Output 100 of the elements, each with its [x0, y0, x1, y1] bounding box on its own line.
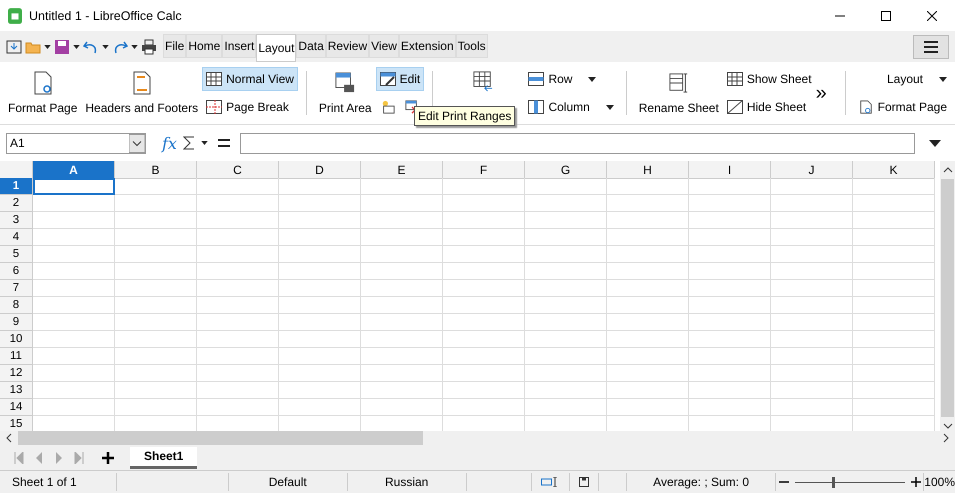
caret-icon[interactable] [44, 44, 51, 48]
caret-icon [939, 76, 947, 82]
scroll-right-icon[interactable] [943, 433, 949, 443]
menu-tab[interactable]: Data [296, 34, 326, 58]
print-area-icon [335, 71, 356, 95]
row-number[interactable]: 11 [0, 348, 33, 365]
zoom-percent: 100% [924, 474, 955, 491]
caret-icon[interactable] [102, 44, 109, 48]
undo-icon[interactable] [83, 38, 99, 54]
caret-icon[interactable] [200, 141, 208, 145]
menu-tab[interactable]: Layout [256, 34, 296, 62]
window-title: Untitled 1 - LibreOffice Calc [29, 8, 182, 22]
row-number[interactable]: 15 [0, 416, 33, 431]
menu-tab[interactable]: Review [326, 34, 370, 58]
header-letter[interactable]: C [197, 161, 279, 179]
hamburger-menu-button[interactable] [913, 34, 949, 58]
zoom-slider[interactable] [794, 476, 905, 488]
sigma-icon[interactable] [182, 135, 195, 151]
row-number[interactable]: 13 [0, 382, 33, 399]
zoom-in-icon[interactable] [910, 477, 921, 487]
row-button[interactable]: Row [524, 67, 618, 91]
show-sheet-button[interactable]: Show Sheet [722, 67, 816, 91]
menu-tab[interactable]: View [369, 34, 399, 58]
header-letter[interactable]: G [525, 161, 607, 179]
header-letter[interactable]: F [443, 161, 525, 179]
row-number[interactable]: 1 [0, 178, 33, 195]
layout-dropdown[interactable]: Layout [882, 67, 951, 91]
table-arrow-icon[interactable] [472, 69, 493, 93]
menu-tab[interactable]: File [163, 34, 186, 58]
header-letter[interactable]: D [279, 161, 361, 179]
header-letter[interactable]: J [771, 161, 853, 179]
header-letter[interactable]: E [361, 161, 443, 179]
row-number[interactable]: 2 [0, 195, 33, 212]
menu-tab[interactable]: Insert [222, 34, 256, 58]
row-number[interactable]: 14 [0, 399, 33, 416]
page-break-icon [206, 100, 222, 114]
first-sheet-icon[interactable] [14, 452, 24, 464]
edit-button[interactable]: Edit [376, 67, 424, 91]
template-icon[interactable] [6, 38, 22, 54]
header-letter[interactable]: I [689, 161, 771, 179]
last-sheet-icon[interactable] [74, 452, 84, 464]
hide-sheet-button[interactable]: Hide Sheet [722, 95, 816, 119]
sheet-cursor-icon [668, 71, 689, 95]
rename-sheet-button[interactable]: Rename Sheet [634, 69, 723, 117]
caret-icon [606, 104, 614, 110]
zoom-slider-thumb[interactable] [832, 476, 836, 488]
menu-tab[interactable]: Tools [456, 34, 488, 58]
equals-icon[interactable] [218, 138, 230, 148]
more-button[interactable]: » [816, 82, 827, 104]
format-page-button[interactable]: Format Page [4, 69, 82, 117]
horizontal-scroll-thumb[interactable] [18, 431, 423, 445]
scroll-left-icon[interactable] [6, 433, 12, 443]
header-letter[interactable]: H [607, 161, 689, 179]
row-number[interactable]: 9 [0, 314, 33, 331]
page-gear-icon [32, 71, 53, 95]
row-number[interactable]: 12 [0, 365, 33, 382]
page-header-icon [132, 71, 152, 95]
row-number[interactable]: 7 [0, 280, 33, 297]
column-button[interactable]: Column [524, 95, 618, 119]
row-number[interactable]: 5 [0, 246, 33, 263]
scroll-down-icon[interactable] [942, 423, 952, 429]
row-number[interactable]: 10 [0, 331, 33, 348]
menu-icon [924, 40, 938, 52]
cell[interactable] [33, 178, 115, 195]
header-letter[interactable]: A [33, 161, 115, 179]
expand-caret-icon[interactable] [929, 140, 941, 146]
sheet-count: Sheet 1 of 1 [0, 473, 118, 491]
caret-icon[interactable] [131, 44, 138, 48]
row-number[interactable]: 4 [0, 229, 33, 246]
row-number[interactable]: 3 [0, 212, 33, 229]
scroll-up-icon[interactable] [942, 167, 952, 173]
printer-icon[interactable] [141, 38, 157, 54]
row-number[interactable]: 8 [0, 297, 33, 314]
sheet-tab[interactable]: Sheet1 [130, 446, 198, 468]
print-area-button[interactable]: Print Area [314, 69, 376, 117]
name-box[interactable]: A1 [6, 132, 146, 154]
select-all-corner[interactable] [0, 161, 33, 179]
selection-summary: Average: ; Sum: 0 [627, 473, 776, 491]
sheet-slash-icon [726, 100, 743, 114]
function-wizard-icon[interactable]: fx [162, 134, 177, 152]
header-letter[interactable]: K [853, 161, 935, 179]
normal-view-button[interactable]: Normal View [202, 67, 298, 91]
previous-sheet-icon[interactable] [34, 452, 44, 464]
dropdown-icon[interactable] [129, 134, 145, 152]
menu-tab[interactable]: Home [186, 34, 222, 58]
page-style: Default [228, 473, 348, 491]
tooltip: Edit Print Ranges [414, 106, 516, 126]
add-sheet-icon[interactable] [102, 452, 114, 464]
vertical-scroll-thumb[interactable] [941, 179, 954, 417]
header-letter[interactable]: B [115, 161, 197, 179]
headers-and-footers-button[interactable]: Headers and Footers [81, 69, 202, 117]
formula-input-field[interactable] [240, 132, 915, 154]
page-break-button[interactable]: Page Break [202, 95, 298, 119]
app-logo-icon [8, 8, 22, 24]
table-column-icon [528, 100, 544, 114]
row-number[interactable]: 6 [0, 263, 33, 280]
caret-icon[interactable] [73, 44, 80, 48]
format-page-button[interactable]: Format Page [854, 95, 951, 119]
next-sheet-icon[interactable] [54, 452, 64, 464]
menu-tab[interactable]: Extension [398, 34, 456, 58]
